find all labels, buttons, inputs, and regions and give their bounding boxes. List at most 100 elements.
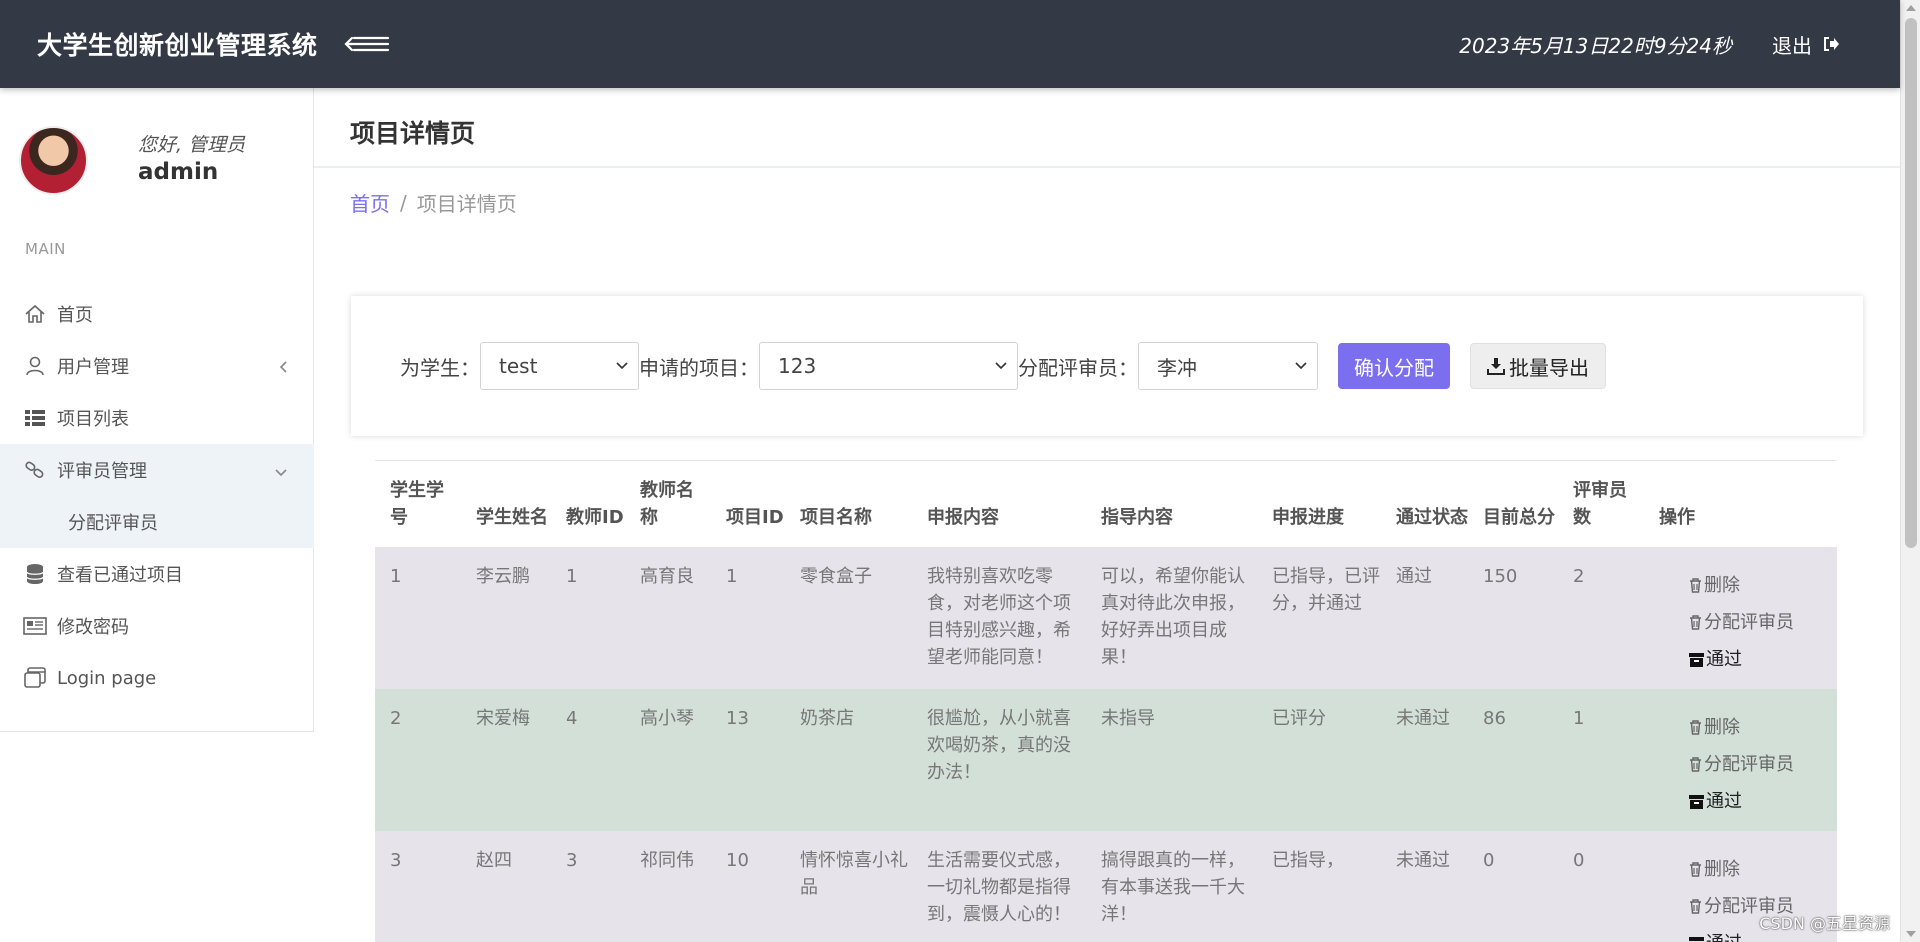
- cell-score: 150: [1483, 566, 1518, 587]
- app-brand[interactable]: 大学生创新创业管理系统: [37, 26, 318, 62]
- assign-reviewer-button[interactable]: 分配评审员: [1689, 746, 1837, 783]
- link-icon: [23, 458, 47, 482]
- assign-reviewer-button[interactable]: 分配评审员: [1689, 604, 1837, 641]
- top-navbar: 大学生创新创业管理系统 2023年5月13日22时9分24秒 退出: [0, 0, 1900, 88]
- scroll-up-icon[interactable]: [1906, 5, 1916, 11]
- menu-toggle-icon[interactable]: [343, 34, 390, 54]
- cell-teacher-id: 3: [566, 850, 578, 871]
- page-scrollbar[interactable]: [1900, 0, 1920, 942]
- download-icon: [1487, 358, 1505, 375]
- student-select-value: test: [499, 354, 538, 378]
- trash-icon: [1690, 899, 1701, 914]
- scroll-down-icon[interactable]: [1906, 931, 1916, 937]
- col-header-status[interactable]: 通过状态: [1381, 461, 1468, 547]
- scrollbar-thumb[interactable]: [1905, 18, 1917, 548]
- cell-guidance: 搞得跟真的一样，有本事送我一千大洋！: [1101, 850, 1245, 925]
- sidebar-item-label: 项目列表: [57, 409, 129, 430]
- delete-label: 删除: [1704, 575, 1740, 596]
- table-row: 1 李云鹏 1 高育良 1 零食盒子 我特别喜欢吃零食，对老师这个项目特别感兴趣…: [375, 547, 1837, 689]
- col-header-project-id[interactable]: 项目ID: [711, 461, 785, 547]
- col-header-progress[interactable]: 申报进度: [1257, 461, 1381, 547]
- sidebar-nav: 首页 用户管理 项目列表 评审员管理 分配评审员 查看已通过项目 修改密码 Lo…: [0, 288, 314, 704]
- logout-button[interactable]: 退出: [1772, 30, 1840, 59]
- approve-label: 通过: [1706, 791, 1742, 812]
- assign-reviewer-label: 分配评审员: [1704, 612, 1794, 633]
- batch-export-button[interactable]: 批量导出: [1470, 343, 1606, 389]
- trash-icon: [1690, 862, 1701, 877]
- approve-label: 通过: [1706, 649, 1742, 670]
- sidebar-item-label: 首页: [57, 305, 93, 326]
- chevron-down-icon: [995, 362, 1007, 370]
- cell-project-name: 情怀惊喜小礼品: [800, 850, 908, 898]
- delete-button[interactable]: 删除: [1689, 567, 1837, 604]
- col-header-teacher-name[interactable]: 教师名称: [625, 461, 711, 547]
- cell-project-name: 零食盒子: [800, 566, 872, 587]
- cell-student-id: 3: [390, 850, 402, 871]
- delete-button[interactable]: 删除: [1689, 709, 1837, 746]
- assign-form-panel: 为学生： test 申请的项目： 123 分配评审员： 李冲 确认分配 批量导出: [351, 296, 1863, 436]
- approve-button[interactable]: 通过: [1689, 641, 1837, 678]
- project-table: 学生学号 学生姓名 教师ID 教师名称 项目ID 项目名称 申报内容 指导内容 …: [375, 461, 1837, 942]
- cell-actions: 删除 分配评审员 通过: [1644, 547, 1837, 689]
- sidebar-item-login-page[interactable]: Login page: [0, 652, 314, 704]
- cell-actions: 删除 分配评审员 通过: [1644, 689, 1837, 831]
- col-header-application[interactable]: 申报内容: [912, 461, 1086, 547]
- col-header-score[interactable]: 目前总分: [1468, 461, 1558, 547]
- cell-application: 我特别喜欢吃零食，对老师这个项目特别感兴趣，希望老师能同意！: [927, 566, 1071, 668]
- greeting-text: 您好, 管理员: [138, 134, 246, 156]
- sidebar-item-label: 用户管理: [57, 357, 129, 378]
- col-header-reviewer-count[interactable]: 评审员数: [1558, 461, 1644, 547]
- col-header-student-name[interactable]: 学生姓名: [461, 461, 551, 547]
- archive-icon: [1689, 936, 1704, 942]
- col-header-guidance[interactable]: 指导内容: [1086, 461, 1257, 547]
- nav-section-label: MAIN: [25, 240, 66, 258]
- delete-button[interactable]: 删除: [1689, 851, 1837, 888]
- breadcrumb: 首页 / 项目详情页: [350, 188, 517, 217]
- assign-reviewer-label: 分配评审员: [1704, 754, 1794, 775]
- cell-progress: 已评分: [1272, 708, 1326, 729]
- cell-teacher-name: 祁同伟: [640, 850, 694, 871]
- avatar[interactable]: [19, 126, 88, 195]
- sidebar-item-project-list[interactable]: 项目列表: [0, 392, 314, 444]
- cell-progress: 已指导，: [1272, 850, 1344, 871]
- logout-label: 退出: [1772, 33, 1812, 58]
- page-title: 项目详情页: [350, 119, 476, 148]
- cell-student-id: 2: [390, 708, 402, 729]
- chevron-down-icon: [274, 462, 288, 483]
- newspaper-icon: [23, 614, 47, 638]
- reviewer-select[interactable]: 李冲: [1138, 342, 1318, 390]
- cell-guidance: 可以，希望你能认真对待此次申报，好好弄出项目成果！: [1101, 566, 1245, 668]
- cell-progress: 已指导，已评分，并通过: [1272, 566, 1380, 614]
- trash-icon: [1690, 578, 1701, 593]
- col-header-student-id[interactable]: 学生学号: [375, 461, 461, 547]
- sidebar-item-reviewer-management[interactable]: 评审员管理: [0, 444, 314, 496]
- cell-status: 通过: [1396, 566, 1432, 587]
- sidebar-item-approved-projects[interactable]: 查看已通过项目: [0, 548, 314, 600]
- approve-button[interactable]: 通过: [1689, 783, 1837, 820]
- trash-icon: [1690, 720, 1701, 735]
- confirm-assign-button[interactable]: 确认分配: [1338, 343, 1450, 389]
- breadcrumb-home-link[interactable]: 首页: [350, 188, 390, 217]
- cell-application: 生活需要仪式感，一切礼物都是指得到，震慑人心的！: [927, 850, 1071, 925]
- project-select-value: 123: [778, 354, 817, 378]
- project-select[interactable]: 123: [759, 342, 1018, 390]
- student-select[interactable]: test: [480, 342, 639, 390]
- breadcrumb-current: 项目详情页: [416, 192, 517, 216]
- database-icon: [23, 562, 47, 586]
- sidebar-item-user-management[interactable]: 用户管理: [0, 340, 314, 392]
- trash-icon: [1690, 757, 1701, 772]
- archive-icon: [1689, 794, 1704, 809]
- cell-project-id: 13: [726, 708, 749, 729]
- sidebar: 您好, 管理员 admin MAIN 首页 用户管理 项目列表 评审员管理 分配…: [0, 88, 314, 732]
- sidebar-item-home[interactable]: 首页: [0, 288, 314, 340]
- cell-reviewer-count: 0: [1573, 850, 1585, 871]
- col-header-project-name[interactable]: 项目名称: [785, 461, 912, 547]
- sidebar-item-change-password[interactable]: 修改密码: [0, 600, 314, 652]
- watermark: CSDN @五星资源: [1759, 914, 1890, 933]
- cell-project-id: 1: [726, 566, 738, 587]
- user-icon: [23, 354, 47, 378]
- col-header-teacher-id[interactable]: 教师ID: [551, 461, 625, 547]
- reviewer-label: 分配评审员：: [1018, 355, 1138, 380]
- sidebar-subitem-assign-reviewer[interactable]: 分配评审员: [0, 496, 314, 548]
- table-row: 2 宋爱梅 4 高小琴 13 奶茶店 很尴尬，从小就喜欢喝奶茶，真的没办法！ 未…: [375, 689, 1837, 831]
